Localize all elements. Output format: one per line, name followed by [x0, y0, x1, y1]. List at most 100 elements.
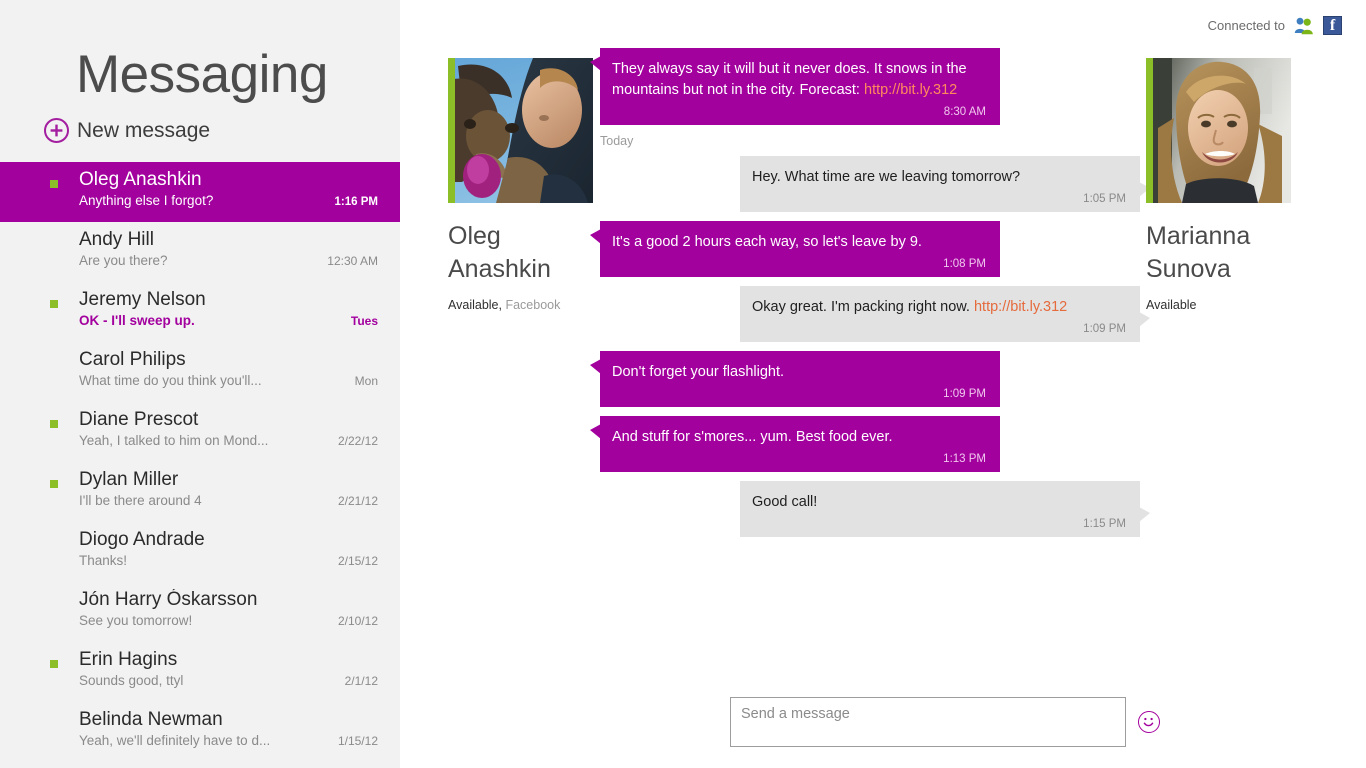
contact-name-line2: Anashkin	[448, 255, 551, 283]
message-timestamp: 1:13 PM	[943, 453, 986, 465]
conversation-item[interactable]: Jón Harry Óskarsson See you tomorrow! 2/10…	[0, 582, 400, 642]
smiley-face-icon[interactable]	[1138, 711, 1160, 733]
messenger-people-icon[interactable]	[1294, 16, 1314, 35]
conversation-timestamp: 1/15/12	[337, 734, 378, 748]
message-row: They always say it will but it never doe…	[590, 48, 1150, 125]
conversation-preview: Sounds good, ttyl	[79, 673, 184, 688]
presence-dot-icon	[50, 660, 58, 668]
conversation-preview: Thanks!	[79, 553, 128, 568]
conversation-item[interactable]: Belinda Newman Yeah, we'll definitely hav…	[0, 702, 400, 762]
conversation-meta: Yeah, we'll definitely have to d... 1/15/…	[79, 732, 378, 750]
connected-label: Connected to	[1207, 18, 1285, 33]
message-row: Good call! 1:15 PM	[590, 481, 1150, 537]
conversation-item[interactable]: Dylan Miller I'll be there around 4 2/21/1…	[0, 462, 400, 522]
message-row: Don't forget your flashlight. 1:09 PM	[590, 351, 1150, 407]
conversation-item[interactable]: Carol Philips What time do you think you'…	[0, 342, 400, 402]
conversation-preview: Anything else I forgot?	[79, 193, 214, 208]
contact-status-text: Available,	[448, 298, 502, 312]
message-timestamp: 1:15 PM	[1083, 518, 1126, 530]
conversation-item[interactable]: Oleg Anashkin Anything else I forgot? 1:16…	[0, 162, 400, 222]
conversation-item[interactable]: Diane Prescot Yeah, I talked to him on Mo…	[0, 402, 400, 462]
conversation-timestamp: 2/22/12	[337, 434, 378, 448]
conversation-preview: See you tomorrow!	[79, 613, 193, 628]
conversation-name: Belinda Newman	[79, 709, 223, 730]
conversation-meta: Sounds good, ttyl 2/1/12	[79, 672, 378, 690]
avatar	[448, 58, 593, 203]
message-bubble: Don't forget your flashlight. 1:09 PM	[590, 351, 1000, 407]
conversation-preview: Yeah, we'll definitely have to d...	[79, 733, 271, 748]
conversation-meta: Are you there? 12:30 AM	[79, 252, 378, 270]
message-bubble: Good call! 1:15 PM	[740, 481, 1150, 537]
message-text: And stuff for s'mores... yum. Best food …	[612, 429, 893, 445]
message-link[interactable]: http://bit.ly.312	[864, 82, 957, 98]
conversation-name: Jón Harry Óskarsson	[79, 589, 258, 610]
conversation-item[interactable]: Erin Hagins Sounds good, ttyl 2/1/12	[0, 642, 400, 702]
conversation-meta: See you tomorrow! 2/10/12	[79, 612, 378, 630]
conversation-item[interactable]: Diogo Andrade Thanks! 2/15/12	[0, 522, 400, 582]
contact-name-line1: Marianna	[1146, 222, 1251, 250]
conversation-name: Carol Philips	[79, 349, 186, 370]
conversation-meta: Yeah, I talked to him on Mond... 2/22/12	[79, 432, 378, 450]
conversation-meta: Anything else I forgot? 1:16 PM	[79, 192, 378, 211]
new-message-label: New message	[77, 119, 211, 142]
contact-service: Facebook	[505, 298, 561, 312]
presence-dot-icon	[50, 480, 58, 488]
presence-dot-icon	[50, 420, 58, 428]
contact-panel-right: Marianna Sunova Available	[1146, 58, 1316, 312]
conversation-name: Diane Prescot	[79, 409, 199, 430]
message-bubble: They always say it will but it never doe…	[590, 48, 1000, 125]
messaging-app: Messaging New message Oleg Anashkin Anyth…	[0, 0, 1366, 768]
message-timestamp: 1:05 PM	[1083, 193, 1126, 205]
facebook-glyph: f	[1329, 17, 1336, 34]
conversation-preview: I'll be there around 4	[79, 493, 202, 508]
message-text: Hey. What time are we leaving tomorrow?	[752, 169, 1021, 185]
presence-bar	[448, 58, 455, 203]
message-timestamp: 1:09 PM	[1083, 323, 1126, 335]
bubble-tail	[1139, 507, 1150, 522]
conversation-meta: I'll be there around 4 2/21/12	[79, 492, 378, 510]
message-input[interactable]	[730, 697, 1126, 747]
facebook-icon[interactable]: f	[1323, 16, 1342, 35]
conversation-list: Oleg Anashkin Anything else I forgot? 1:16…	[0, 162, 400, 762]
message-row: Hey. What time are we leaving tomorrow? 1…	[590, 156, 1150, 212]
bubble-tail	[590, 424, 601, 439]
message-row: It's a good 2 hours each way, so let's l…	[590, 221, 1150, 277]
bubble-tail	[590, 359, 601, 374]
conversation-item[interactable]: Jeremy Nelson OK - I'll sweep up. Tues	[0, 282, 400, 342]
conversation-timestamp: 2/10/12	[337, 614, 378, 628]
contact-status-text: Available	[1146, 298, 1197, 312]
conversation-preview: What time do you think you'll...	[79, 373, 262, 388]
new-message-button[interactable]: New message	[44, 118, 274, 143]
message-composer	[730, 697, 1160, 747]
message-text: Okay great. I'm packing right now. http:…	[752, 299, 1068, 315]
contact-name: Marianna Sunova	[1146, 220, 1316, 286]
contact-panel-left: Oleg Anashkin Available, Facebook	[448, 58, 608, 312]
conversation-item[interactable]: Andy Hill Are you there? 12:30 AM	[0, 222, 400, 282]
conversation-timestamp: Mon	[354, 374, 378, 388]
avatar	[1146, 58, 1291, 203]
presence-dot-icon	[50, 180, 58, 188]
conversation-timestamp: 2/1/12	[344, 674, 378, 688]
message-row: And stuff for s'mores... yum. Best food …	[590, 416, 1150, 472]
message-bubble: And stuff for s'mores... yum. Best food …	[590, 416, 1000, 472]
message-link[interactable]: http://bit.ly.312	[974, 299, 1067, 315]
contact-name-line1: Oleg	[448, 222, 501, 250]
contact-name: Oleg Anashkin	[448, 220, 608, 286]
message-bubble: Hey. What time are we leaving tomorrow? 1…	[740, 156, 1150, 212]
presence-bar	[1146, 58, 1153, 203]
message-text: It's a good 2 hours each way, so let's l…	[612, 234, 922, 250]
conversation-timestamp: 2/21/12	[337, 494, 378, 508]
conversations-sidebar: Messaging New message Oleg Anashkin Anyth…	[0, 0, 400, 768]
conversation-timestamp: 12:30 AM	[327, 254, 378, 268]
bubble-tail	[1139, 312, 1150, 327]
conversation-name: Jeremy Nelson	[79, 289, 206, 310]
message-bubble: Okay great. I'm packing right now. http:…	[740, 286, 1150, 342]
conversation-preview: Are you there?	[79, 253, 168, 268]
conversation-meta: Thanks! 2/15/12	[79, 552, 378, 570]
conversation-name: Andy Hill	[79, 229, 154, 250]
conversation-preview: OK - I'll sweep up.	[79, 313, 195, 328]
message-timestamp: 8:30 AM	[943, 106, 986, 118]
message-thread: They always say it will but it never doe…	[590, 48, 1150, 546]
connected-to-bar: Connected to f	[1208, 16, 1342, 35]
conversation-name: Erin Hagins	[79, 649, 178, 670]
